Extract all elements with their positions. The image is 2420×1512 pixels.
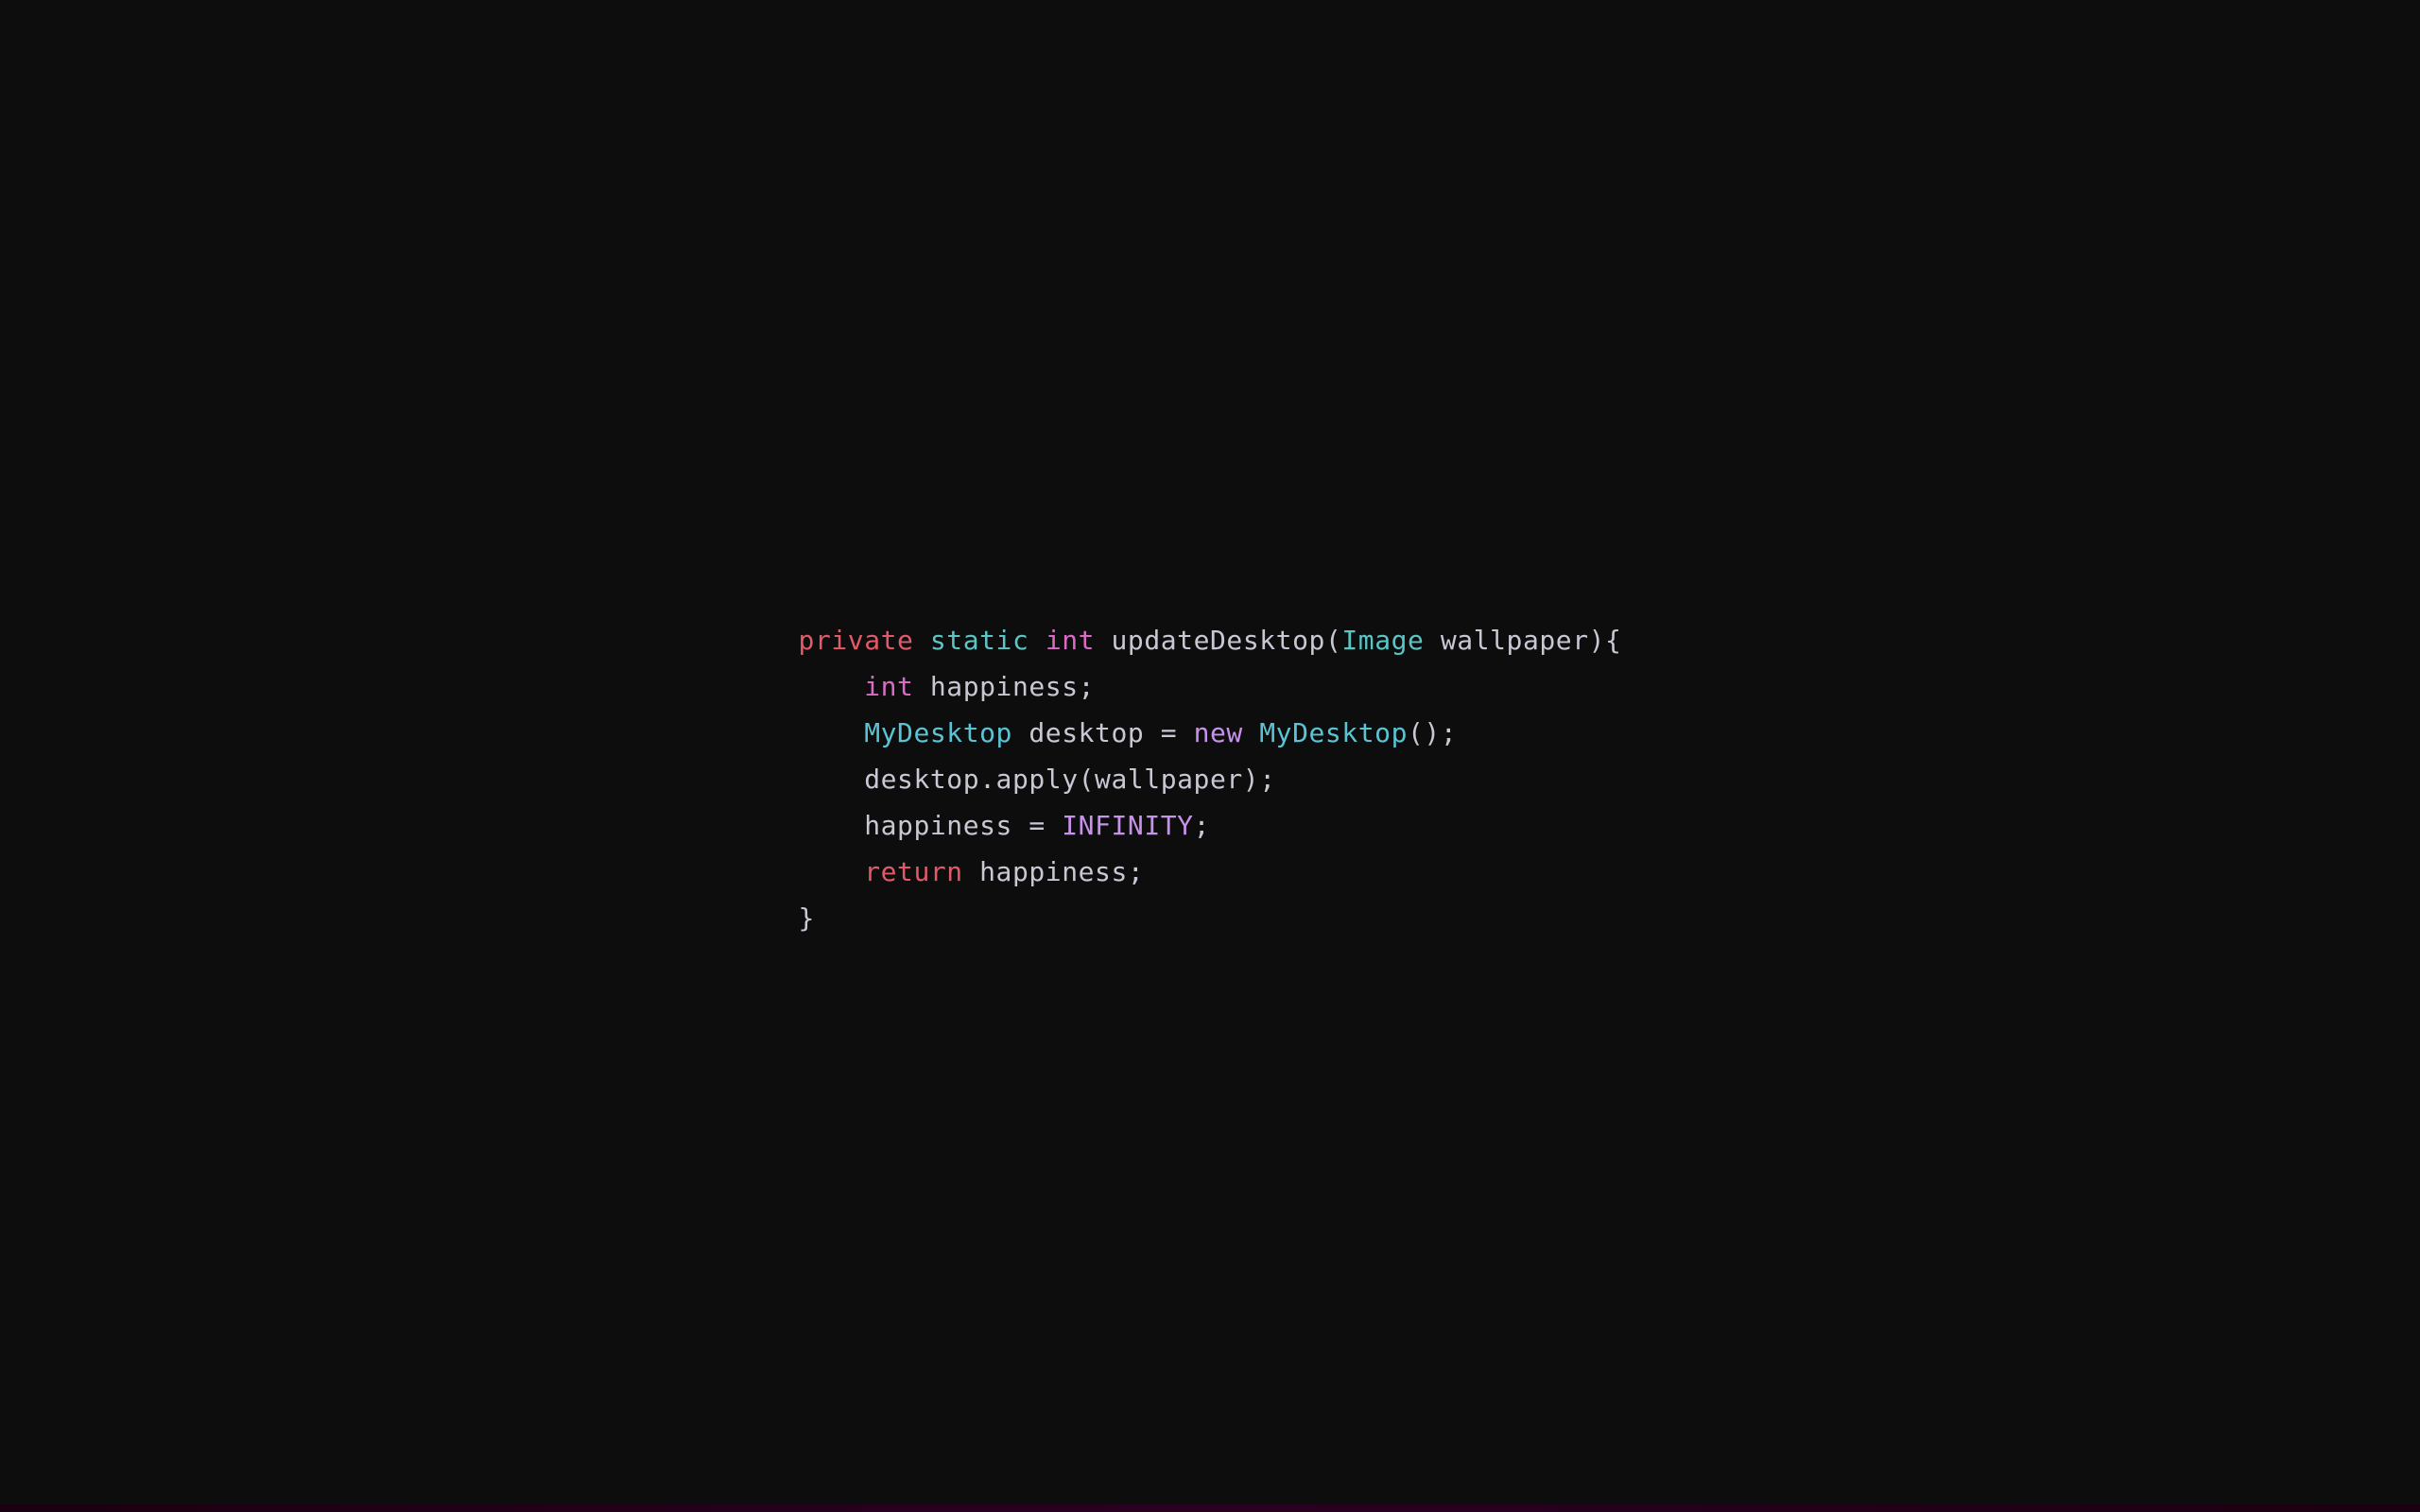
line-5: happiness = INFINITY;	[799, 810, 1210, 841]
class-image: Image	[1341, 625, 1424, 656]
keyword-new: new	[1194, 717, 1243, 748]
space-1	[913, 625, 929, 656]
line-2: int happiness;	[799, 671, 1096, 702]
keyword-int-2: int	[864, 671, 913, 702]
line-3: MyDesktop desktop = new MyDesktop();	[799, 717, 1458, 748]
keyword-private: private	[799, 625, 914, 656]
apply-call: desktop.apply(wallpaper);	[864, 764, 1275, 795]
line-1: private static int updateDesktop(Image w…	[799, 625, 1622, 656]
happiness-var: happiness	[864, 810, 1012, 841]
equals: =	[1012, 810, 1062, 841]
keyword-int-1: int	[1046, 625, 1095, 656]
keyword-return: return	[864, 856, 963, 887]
method-name: updateDesktop(	[1095, 625, 1341, 656]
infinity-const: INFINITY	[1062, 810, 1193, 841]
line-6: return happiness;	[799, 856, 1145, 887]
code-display: private static int updateDesktop(Image w…	[799, 571, 1622, 941]
desktop-part2: ();	[1408, 717, 1457, 748]
desktop-part1: desktop =	[1012, 717, 1194, 748]
space-2	[1028, 625, 1045, 656]
keyword-static: static	[930, 625, 1029, 656]
class-mydesktop-2: MyDesktop	[1243, 717, 1408, 748]
class-mydesktop-1: MyDesktop	[864, 717, 1012, 748]
line-7: }	[799, 902, 815, 934]
happiness-decl: happiness;	[913, 671, 1095, 702]
semicolon-1: ;	[1194, 810, 1210, 841]
closing-brace: }	[799, 902, 815, 934]
line-4: desktop.apply(wallpaper);	[799, 764, 1276, 795]
bottom-bar	[0, 1504, 2420, 1512]
param: wallpaper){	[1424, 625, 1621, 656]
return-rest: happiness;	[963, 856, 1145, 887]
